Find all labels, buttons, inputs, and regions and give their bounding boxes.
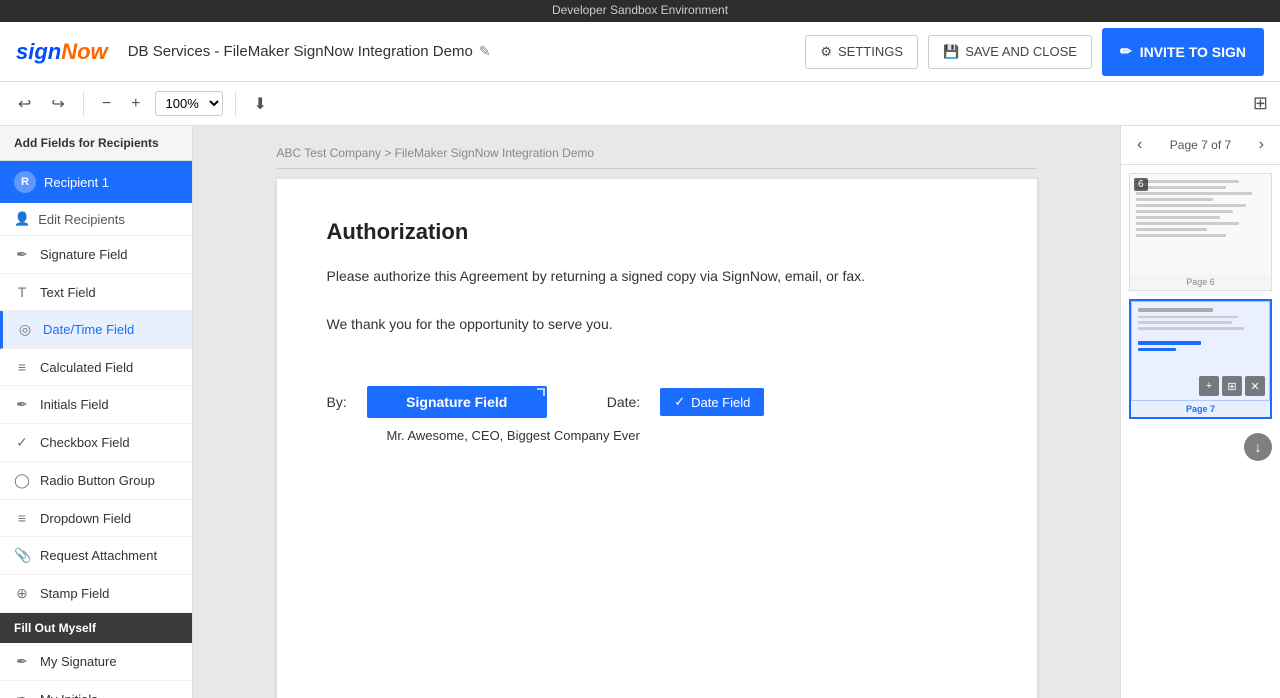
my-initials-icon: ✒ [14, 691, 30, 698]
body-paragraph-2: We thank you for the opportunity to serv… [327, 313, 987, 337]
zoom-out-button[interactable]: − [96, 91, 117, 117]
prev-page-button[interactable]: ‹ [1131, 134, 1148, 156]
gear-icon: ⚙ [820, 44, 832, 60]
document-body: Please authorize this Agreement by retur… [327, 265, 987, 336]
save-close-button[interactable]: 💾 SAVE AND CLOSE [928, 35, 1092, 69]
signer-name: Mr. Awesome, CEO, Biggest Company Ever [387, 428, 987, 443]
toolbar-separator [83, 92, 84, 116]
person-icon: 👤 [14, 211, 30, 227]
thumbnail-image-7: + ⊞ ✕ [1131, 301, 1270, 401]
field-item-calculated[interactable]: ≡ Calculated Field [0, 349, 192, 386]
toolbar-right: ⊞ [1253, 93, 1268, 114]
app-logo: signNow [16, 39, 108, 65]
thumb-copy-button[interactable]: ⊞ [1222, 376, 1242, 396]
datetime-icon: ◎ [17, 321, 33, 338]
pen-icon: ✏ [1120, 43, 1132, 60]
zoom-select[interactable]: 50% 75% 100% 125% 150% [155, 91, 223, 116]
date-label: Date: [607, 394, 640, 410]
download-button[interactable]: ⬇ [248, 90, 273, 118]
zoom-in-button[interactable]: + [125, 91, 146, 117]
edit-recipients-button[interactable]: 👤 Edit Recipients [0, 203, 192, 236]
toolbar-separator-2 [235, 92, 236, 116]
checkbox-icon: ✓ [14, 434, 30, 451]
thumb-delete-button[interactable]: ✕ [1245, 376, 1265, 396]
document-title: DB Services - FileMaker SignNow Integrat… [128, 43, 806, 60]
initials-icon: ✒ [14, 396, 30, 413]
body-paragraph-1: Please authorize this Agreement by retur… [327, 265, 987, 289]
thumb-add-button[interactable]: + [1199, 376, 1219, 396]
save-icon: 💾 [943, 44, 959, 60]
radio-icon: ◯ [14, 472, 30, 489]
by-label: By: [327, 394, 347, 410]
app-header: signNow DB Services - FileMaker SignNow … [0, 22, 1280, 82]
settings-button[interactable]: ⚙ SETTINGS [805, 35, 918, 69]
field-item-signature[interactable]: ✒ Signature Field [0, 236, 192, 274]
developer-banner: Developer Sandbox Environment [0, 0, 1280, 22]
calculated-icon: ≡ [14, 359, 30, 375]
document-area: ABC Test Company > FileMaker SignNow Int… [193, 126, 1120, 698]
field-item-text[interactable]: T Text Field [0, 274, 192, 311]
thumbnail-number-6: 6 [1134, 178, 1148, 191]
attachment-icon: 📎 [14, 547, 30, 564]
field-item-datetime[interactable]: ◎ Date/Time Field [0, 311, 192, 349]
signature-icon: ✒ [14, 246, 30, 263]
text-icon: T [14, 284, 30, 300]
date-field-widget[interactable]: ✓ Date Field [660, 388, 764, 416]
toolbar: ↩ ↪ − + 50% 75% 100% 125% 150% ⬇ ⊞ [0, 82, 1280, 126]
thumbnail-image-6 [1130, 174, 1271, 274]
field-item-my-initials[interactable]: ✒ My Initials [0, 681, 192, 698]
recipient-item[interactable]: R Recipient 1 [0, 161, 192, 203]
sidebar-header: Add Fields for Recipients [0, 126, 192, 161]
signature-field-widget[interactable]: Signature Field [367, 386, 547, 418]
dropdown-icon: ≡ [14, 510, 30, 526]
right-panel: ‹ Page 7 of 7 › 6 Page 6 7 [1120, 126, 1280, 698]
thumbnail-footer-6: Page 6 [1130, 274, 1271, 290]
field-item-attachment[interactable]: 📎 Request Attachment [0, 537, 192, 575]
field-item-stamp[interactable]: ⊕ Stamp Field [0, 575, 192, 613]
date-check-icon: ✓ [674, 394, 685, 410]
invite-to-sign-button[interactable]: ✏ INVITE TO SIGN [1102, 28, 1264, 76]
left-sidebar: Add Fields for Recipients R Recipient 1 … [0, 126, 193, 698]
redo-button[interactable]: ↪ [45, 90, 70, 118]
main-layout: Add Fields for Recipients R Recipient 1 … [0, 126, 1280, 698]
thumbnail-footer-7: Page 7 [1131, 401, 1270, 417]
signature-row: By: Signature Field Date: ✓ Date Field [327, 386, 987, 418]
my-signature-icon: ✒ [14, 653, 30, 670]
field-item-checkbox[interactable]: ✓ Checkbox Field [0, 424, 192, 462]
field-item-my-signature[interactable]: ✒ My Signature [0, 643, 192, 681]
field-item-radio[interactable]: ◯ Radio Button Group [0, 462, 192, 500]
header-actions: ⚙ SETTINGS 💾 SAVE AND CLOSE ✏ INVITE TO … [805, 28, 1264, 76]
page-info: Page 7 of 7 [1148, 138, 1252, 152]
page-thumbnail-7[interactable]: 7 + ⊞ ✕ Page 7 [1129, 299, 1272, 419]
field-corner-handle [537, 388, 545, 396]
next-page-button[interactable]: › [1253, 134, 1270, 156]
monitor-icon: ⊞ [1253, 93, 1268, 113]
undo-button[interactable]: ↩ [12, 90, 37, 118]
fill-section-header: Fill Out Myself [0, 613, 192, 643]
field-item-dropdown[interactable]: ≡ Dropdown Field [0, 500, 192, 537]
page-title: Authorization [327, 219, 987, 245]
panel-header: ‹ Page 7 of 7 › [1121, 126, 1280, 165]
thumbnail-actions: + ⊞ ✕ [1199, 376, 1265, 396]
stamp-icon: ⊕ [14, 585, 30, 602]
edit-title-icon[interactable]: ✎ [479, 43, 491, 60]
document-page: Authorization Please authorize this Agre… [277, 179, 1037, 698]
breadcrumb: ABC Test Company > FileMaker SignNow Int… [277, 146, 1037, 169]
page-thumbnail-6[interactable]: 6 Page 6 [1129, 173, 1272, 291]
field-item-initials[interactable]: ✒ Initials Field [0, 386, 192, 424]
recipient-avatar: R [14, 171, 36, 193]
scroll-down-button[interactable]: ↓ [1244, 433, 1272, 461]
